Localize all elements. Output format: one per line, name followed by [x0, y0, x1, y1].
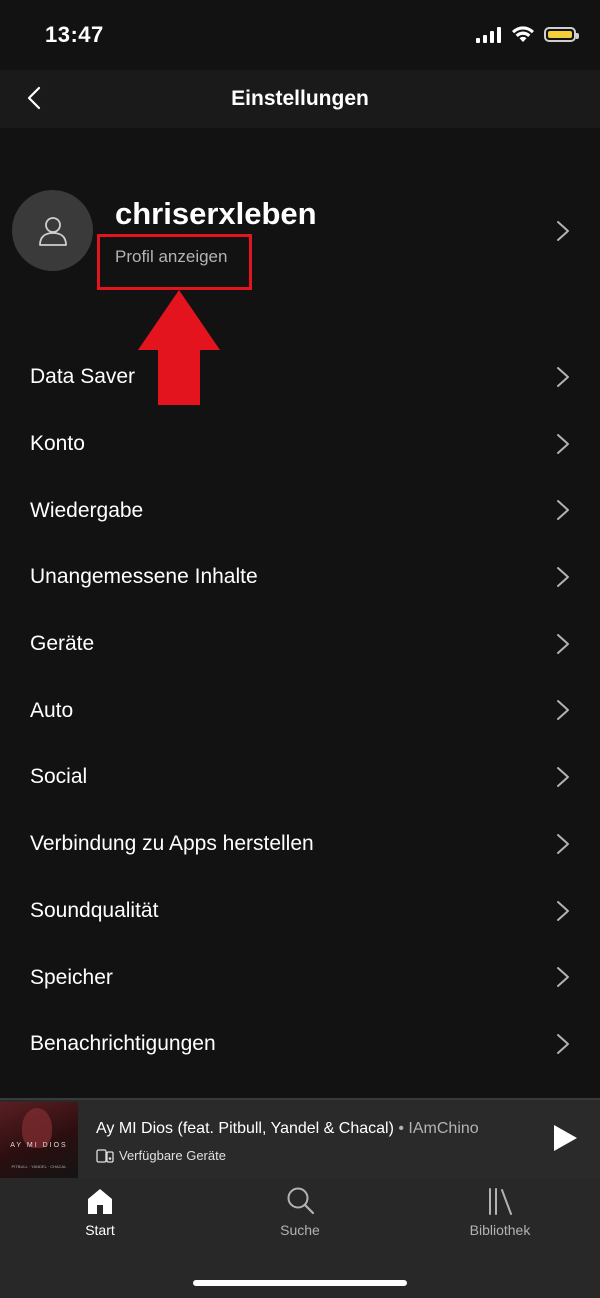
tab-suche[interactable]: Suche — [220, 1186, 380, 1256]
tab-label: Suche — [280, 1222, 320, 1238]
chevron-right-icon — [557, 900, 569, 921]
status-icons — [476, 26, 579, 43]
play-icon[interactable] — [552, 1124, 578, 1152]
chevron-right-icon — [557, 1033, 569, 1054]
highlight-box — [97, 234, 252, 290]
page-title: Einstellungen — [231, 87, 369, 110]
avatar[interactable] — [12, 190, 93, 271]
menu-item-unangemessene-inhalte[interactable]: Unangemessene Inhalte — [0, 544, 600, 611]
menu-item-label: Benachrichtigungen — [30, 1032, 216, 1056]
menu-item-label: Unangemessene Inhalte — [30, 565, 258, 589]
devices-available[interactable]: Verfügbare Geräte — [96, 1148, 226, 1163]
menu-item-label: Verbindung zu Apps herstellen — [30, 832, 314, 856]
menu-item-label: Geräte — [30, 632, 95, 656]
menu-item-label: Social — [30, 765, 88, 789]
track-title: Ay MI Dios (feat. Pitbull, Yandel & Chac… — [96, 1120, 394, 1137]
profile-username: chriserxleben — [115, 196, 317, 231]
settings-menu: Data Saver Konto Wiedergabe Unangemessen… — [0, 344, 600, 1078]
status-bar: 13:47 — [0, 0, 600, 70]
cellular-signal-icon — [476, 26, 501, 43]
chevron-right-icon — [557, 433, 569, 454]
menu-item-social[interactable]: Social — [0, 744, 600, 811]
chevron-right-icon — [557, 633, 569, 654]
navigation-bar: Einstellungen — [0, 70, 600, 128]
menu-item-label: Soundqualität — [30, 898, 159, 922]
cover-subtitle: PITBULL · YANDEL · CHACAL — [11, 1164, 67, 1169]
menu-item-label: Auto — [30, 698, 74, 722]
tab-bibliothek[interactable]: Bibliothek — [420, 1186, 580, 1256]
battery-icon — [544, 27, 579, 42]
home-indicator[interactable] — [193, 1280, 407, 1286]
menu-item-geraete[interactable]: Geräte — [0, 611, 600, 678]
chevron-right-icon — [557, 567, 569, 588]
menu-item-auto[interactable]: Auto — [0, 677, 600, 744]
chevron-right-icon — [557, 500, 569, 521]
cover-title: AY MI DIOS — [10, 1142, 68, 1149]
menu-item-konto[interactable]: Konto — [0, 411, 600, 478]
menu-item-soundqualitaet[interactable]: Soundqualität — [0, 878, 600, 945]
track-separator: • — [393, 1120, 409, 1137]
chevron-right-icon — [557, 367, 569, 387]
tab-label: Start — [85, 1222, 115, 1238]
tab-bar: Start Suche Bibliothek — [0, 1178, 600, 1298]
mini-player[interactable]: AY MI DIOS PITBULL · YANDEL · CHACAL Ay … — [0, 1098, 600, 1180]
album-cover[interactable]: AY MI DIOS PITBULL · YANDEL · CHACAL — [0, 1102, 78, 1178]
search-icon — [287, 1187, 315, 1215]
devices-label: Verfügbare Geräte — [119, 1148, 226, 1163]
menu-item-label: Konto — [30, 432, 85, 456]
wifi-icon — [512, 26, 534, 42]
chevron-right-icon — [557, 700, 569, 721]
library-icon — [489, 1188, 512, 1215]
menu-item-benachrichtigungen[interactable]: Benachrichtigungen — [0, 1011, 600, 1078]
menu-item-label: Data Saver — [30, 365, 136, 389]
menu-item-label: Wiedergabe — [30, 498, 144, 522]
chevron-right-icon — [557, 767, 569, 788]
menu-item-speicher[interactable]: Speicher — [0, 944, 600, 1011]
tab-start[interactable]: Start — [20, 1186, 180, 1256]
status-time: 13:47 — [45, 22, 104, 47]
user-icon — [38, 216, 67, 246]
chevron-right-icon — [557, 967, 569, 988]
menu-item-verbindung-zu-apps[interactable]: Verbindung zu Apps herstellen — [0, 811, 600, 878]
track-artist: IAmChino — [408, 1120, 479, 1137]
menu-item-data-saver[interactable]: Data Saver — [0, 344, 600, 411]
track-info: Ay MI Dios (feat. Pitbull, Yandel & Chac… — [96, 1120, 479, 1138]
menu-item-label: Speicher — [30, 965, 113, 989]
home-icon — [88, 1189, 112, 1214]
devices-icon — [96, 1148, 114, 1163]
profile-row[interactable]: chriserxleben Profil anzeigen — [0, 128, 600, 328]
tab-label: Bibliothek — [469, 1222, 531, 1238]
chevron-right-icon — [557, 833, 569, 854]
chevron-right-icon — [557, 221, 569, 241]
menu-item-wiedergabe[interactable]: Wiedergabe — [0, 477, 600, 544]
